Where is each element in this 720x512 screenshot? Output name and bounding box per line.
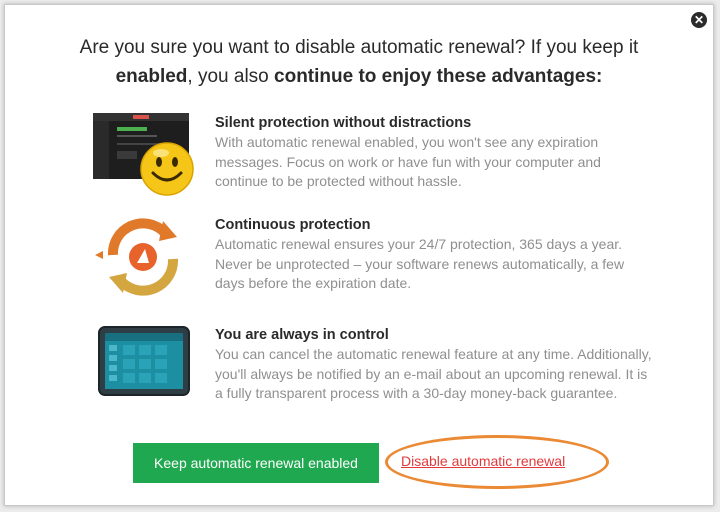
headline-part1: Are you sure you want to disable automat… — [79, 37, 639, 58]
control-panel-tablet-icon — [93, 325, 193, 405]
dialog-headline: Are you sure you want to disable automat… — [25, 33, 693, 91]
feature-title: Silent protection without distractions — [215, 115, 472, 131]
feature-silent-protection: Silent protection without distractions W… — [5, 113, 713, 203]
disable-renewal-link[interactable]: Disable automatic renewal — [401, 453, 565, 469]
feature-title: Continuous protection — [215, 217, 371, 233]
feature-text: Silent protection without distractions W… — [215, 113, 655, 192]
keep-renewal-button[interactable]: Keep automatic renewal enabled — [133, 443, 379, 483]
feature-description: You can cancel the automatic renewal fea… — [215, 346, 652, 401]
feature-continuous-protection: Continuous protection Automatic renewal … — [5, 215, 713, 305]
feature-description: With automatic renewal enabled, you won'… — [215, 134, 601, 189]
headline-bold-advantages: continue to enjoy these advantages: — [274, 66, 603, 87]
feature-title: You are always in control — [215, 327, 389, 343]
headline-bold-enabled: enabled — [115, 66, 188, 87]
feature-text: Continuous protection Automatic renewal … — [215, 215, 655, 294]
feature-in-control: You are always in control You can cancel… — [5, 325, 713, 415]
feature-description: Automatic renewal ensures your 24/7 prot… — [215, 236, 625, 291]
feature-text: You are always in control You can cancel… — [215, 325, 655, 404]
renewal-cycle-icon — [93, 215, 193, 296]
renewal-dialog: ✕ Are you sure you want to disable autom… — [4, 4, 714, 506]
close-icon[interactable]: ✕ — [691, 12, 707, 28]
headline-part3: , you also — [187, 66, 275, 87]
dashboard-smiley-icon — [93, 113, 194, 196]
